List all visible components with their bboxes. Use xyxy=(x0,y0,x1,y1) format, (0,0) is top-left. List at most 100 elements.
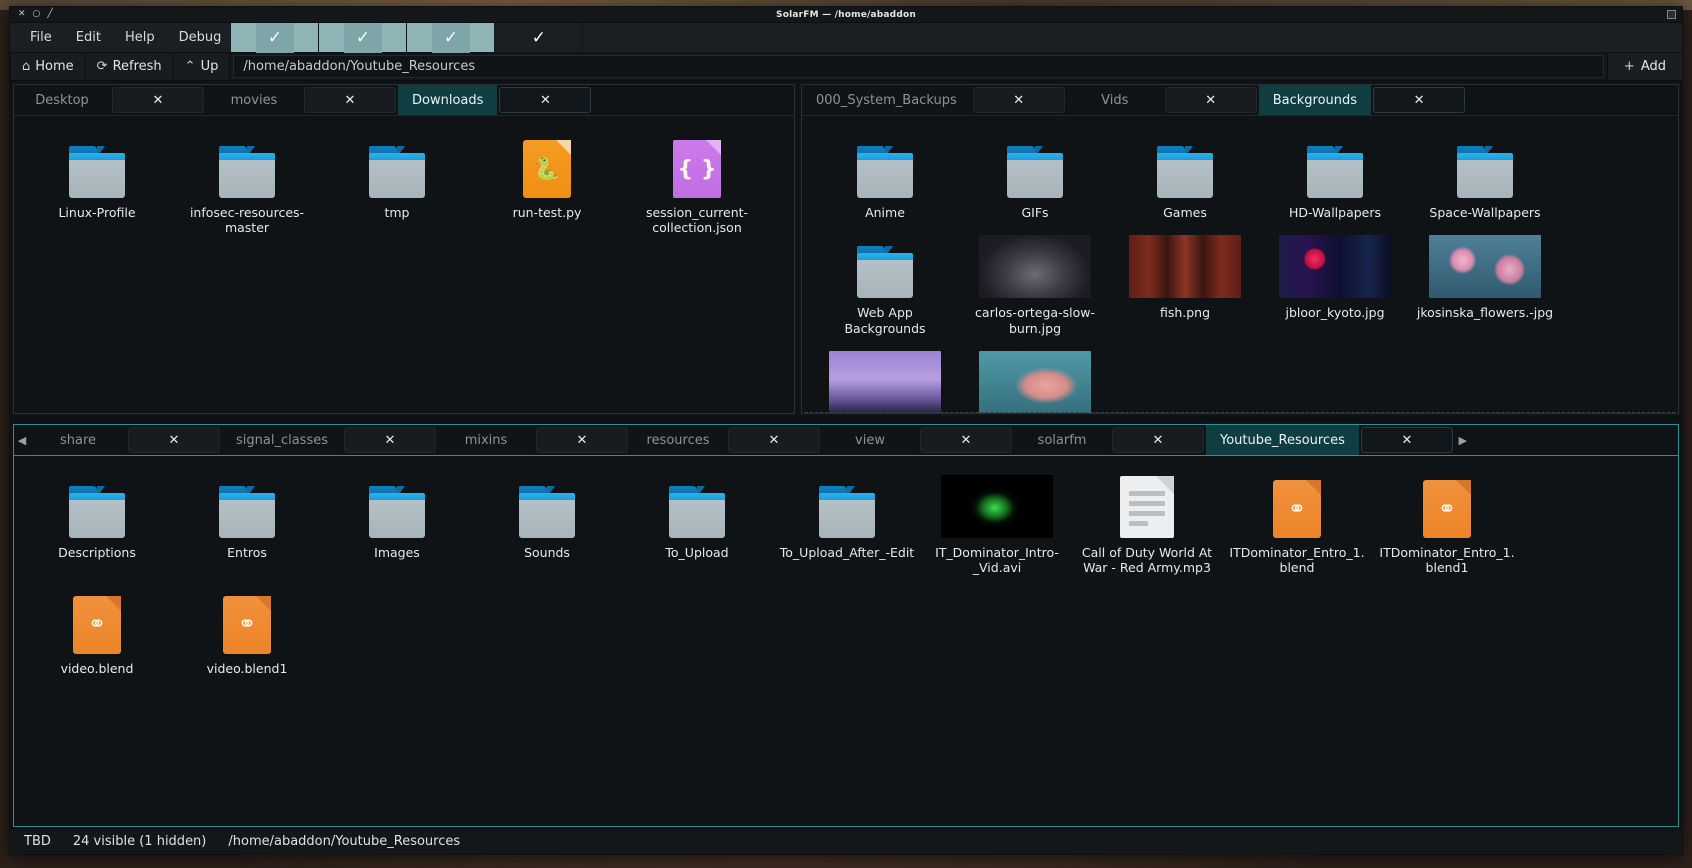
file-item[interactable]: tmp xyxy=(322,130,472,246)
tab-close-resources[interactable]: ✕ xyxy=(728,427,820,453)
file-grid-bottom: Descriptions Entros Images Sounds To_Upl… xyxy=(14,456,1678,686)
tab-resources[interactable]: resources xyxy=(630,425,726,455)
file-item[interactable]: Games xyxy=(1110,130,1260,230)
file-label: video.blend1 xyxy=(206,660,288,676)
tab-youtube-resources[interactable]: Youtube_Resources xyxy=(1206,425,1359,455)
up-button[interactable]: ⌃ Up xyxy=(173,53,231,80)
pane-toggle-4[interactable]: ✓ xyxy=(495,23,584,52)
tab-close-downloads[interactable]: ✕ xyxy=(499,87,592,113)
refresh-button[interactable]: ⟳ Refresh xyxy=(85,53,174,80)
pane-toggle-2[interactable]: ✓ xyxy=(319,22,408,53)
file-item[interactable]: Call of Duty World At War - Red Army.mp3 xyxy=(1072,470,1222,586)
file-item[interactable]: ⚭ video.blend xyxy=(22,586,172,686)
tab-close-view[interactable]: ✕ xyxy=(920,427,1012,453)
file-item[interactable]: Descriptions xyxy=(22,470,172,586)
tab-share[interactable]: share xyxy=(30,425,126,455)
pane-toggle-1[interactable]: ✓ xyxy=(231,22,320,53)
tab-000-system-backups[interactable]: 000_System_Backups xyxy=(802,85,971,115)
file-item[interactable]: infosec-resources-master xyxy=(172,130,322,246)
tab-close-mixins[interactable]: ✕ xyxy=(536,427,628,453)
tab-mixins[interactable]: mixins xyxy=(438,425,534,455)
menu-edit[interactable]: Edit xyxy=(66,26,111,49)
file-item[interactable]: carlos-ortega-slow-burn.jpg xyxy=(960,230,1110,346)
file-label: run-test.py xyxy=(512,205,582,220)
filelist-bottom[interactable]: Descriptions Entros Images Sounds To_Upl… xyxy=(14,455,1678,826)
file-label: To_Upload_After_-Edit xyxy=(779,545,915,560)
filelist-top-left[interactable]: Linux-Profile infosec-resources-master t… xyxy=(14,115,794,413)
file-item[interactable]: Entros xyxy=(172,470,322,586)
file-item[interactable]: Linux-Profile xyxy=(22,130,172,246)
tab-close-youtube-resources[interactable]: ✕ xyxy=(1360,427,1453,453)
file-item[interactable]: jkosinska_flowers.-jpg xyxy=(1410,230,1560,346)
file-item[interactable]: { } session_current-collection.json xyxy=(622,130,772,246)
file-item[interactable] xyxy=(810,346,960,413)
tab-solarfm[interactable]: solarfm xyxy=(1014,425,1110,455)
tabbar-top-right: 000_System_Backups ✕ Vids ✕ Backgrounds … xyxy=(802,85,1678,115)
file-label: Web App Backgrounds xyxy=(844,305,926,336)
file-item[interactable]: ⚭ ITDominator_Entro_1.blend xyxy=(1222,470,1372,586)
file-label: GIFs xyxy=(1021,205,1049,220)
menu-file[interactable]: File xyxy=(20,26,62,49)
file-item[interactable]: fish.png xyxy=(1110,230,1260,346)
tab-close-backgrounds[interactable]: ✕ xyxy=(1373,87,1466,113)
tab-close-000-system-backups[interactable]: ✕ xyxy=(972,87,1065,113)
tab-close-signal-classes[interactable]: ✕ xyxy=(344,427,436,453)
file-item[interactable]: Sounds xyxy=(472,470,622,586)
file-item[interactable]: Space-Wallpapers xyxy=(1410,130,1560,230)
file-item[interactable]: IT_Dominator_Intro-_Vid.avi xyxy=(922,470,1072,586)
pane-top-right: 000_System_Backups ✕ Vids ✕ Backgrounds … xyxy=(801,84,1679,414)
menu-help[interactable]: Help xyxy=(115,26,165,49)
file-label: carlos-ortega-slow-burn.jpg xyxy=(975,305,1095,336)
file-item[interactable] xyxy=(960,346,1110,413)
add-tab-button[interactable]: + Add xyxy=(1606,53,1682,80)
image-thumbnail xyxy=(1279,235,1391,299)
home-icon: ⌂ xyxy=(22,59,31,74)
folder-icon xyxy=(219,486,275,538)
folder-icon xyxy=(1007,146,1063,198)
file-item[interactable]: ⚭ ITDominator_Entro_1.blend1 xyxy=(1372,470,1522,586)
tab-backgrounds[interactable]: Backgrounds xyxy=(1258,85,1372,115)
tab-close-solarfm[interactable]: ✕ xyxy=(1112,427,1204,453)
menu-debug[interactable]: Debug xyxy=(169,26,232,49)
file-item[interactable]: HD-Wallpapers xyxy=(1260,130,1410,230)
file-item[interactable]: To_Upload xyxy=(622,470,772,586)
tab-close-share[interactable]: ✕ xyxy=(128,427,220,453)
file-item[interactable]: Web App Backgrounds xyxy=(810,230,960,346)
tab-view[interactable]: view xyxy=(822,425,918,455)
tab-close-desktop[interactable]: ✕ xyxy=(112,87,204,113)
home-button[interactable]: ⌂ Home xyxy=(10,53,86,80)
file-icon-wrap xyxy=(1414,136,1556,198)
tab-signal-classes[interactable]: signal_classes xyxy=(222,425,342,455)
tab-downloads[interactable]: Downloads xyxy=(398,85,498,115)
window-state-icon[interactable] xyxy=(1667,10,1676,19)
folder-icon xyxy=(857,246,913,299)
file-item[interactable]: Images xyxy=(322,470,472,586)
pane-toggle-3[interactable]: ✓ xyxy=(407,22,496,53)
filelist-top-right[interactable]: Anime GIFs Games HD-Wallpapers Space-Wal… xyxy=(802,115,1678,413)
tab-scroll-right-icon[interactable]: ▶ xyxy=(1454,425,1471,455)
tab-vids[interactable]: Vids xyxy=(1066,85,1163,115)
file-item[interactable]: 🐍 run-test.py xyxy=(472,130,622,246)
tab-close-movies[interactable]: ✕ xyxy=(304,87,396,113)
file-item[interactable]: To_Upload_After_-Edit xyxy=(772,470,922,586)
panes-container: Desktop ✕ movies ✕ Downloads ✕ Linux-Pro… xyxy=(10,81,1682,828)
folder-icon xyxy=(1157,146,1213,198)
file-icon-wrap xyxy=(176,476,318,538)
image-thumbnail xyxy=(979,235,1091,299)
tab-close-vids[interactable]: ✕ xyxy=(1164,87,1257,113)
tab-scroll-left-icon[interactable]: ◀ xyxy=(14,425,30,455)
tab-desktop[interactable]: Desktop xyxy=(14,85,110,115)
solarfm-window: ✕ ○ ╱ SolarFM — /home/abaddon File Edit … xyxy=(9,6,1683,855)
image-thumbnail xyxy=(829,350,941,413)
file-icon-wrap xyxy=(814,136,956,198)
tabbar-bottom: ◀ share ✕ signal_classes ✕ mixins ✕ reso… xyxy=(14,425,1678,455)
file-item[interactable]: ⚭ video.blend1 xyxy=(172,586,322,686)
file-item[interactable]: jbloor_kyoto.jpg xyxy=(1260,230,1410,346)
path-input[interactable]: /home/abaddon/Youtube_Resources xyxy=(233,55,1604,78)
bottom-pane-row: ◀ share ✕ signal_classes ✕ mixins ✕ reso… xyxy=(10,421,1682,828)
tab-movies[interactable]: movies xyxy=(206,85,302,115)
image-thumbnail xyxy=(1429,235,1541,299)
file-item[interactable]: GIFs xyxy=(960,130,1110,230)
file-item[interactable]: Anime xyxy=(810,130,960,230)
file-icon-wrap xyxy=(26,136,168,198)
